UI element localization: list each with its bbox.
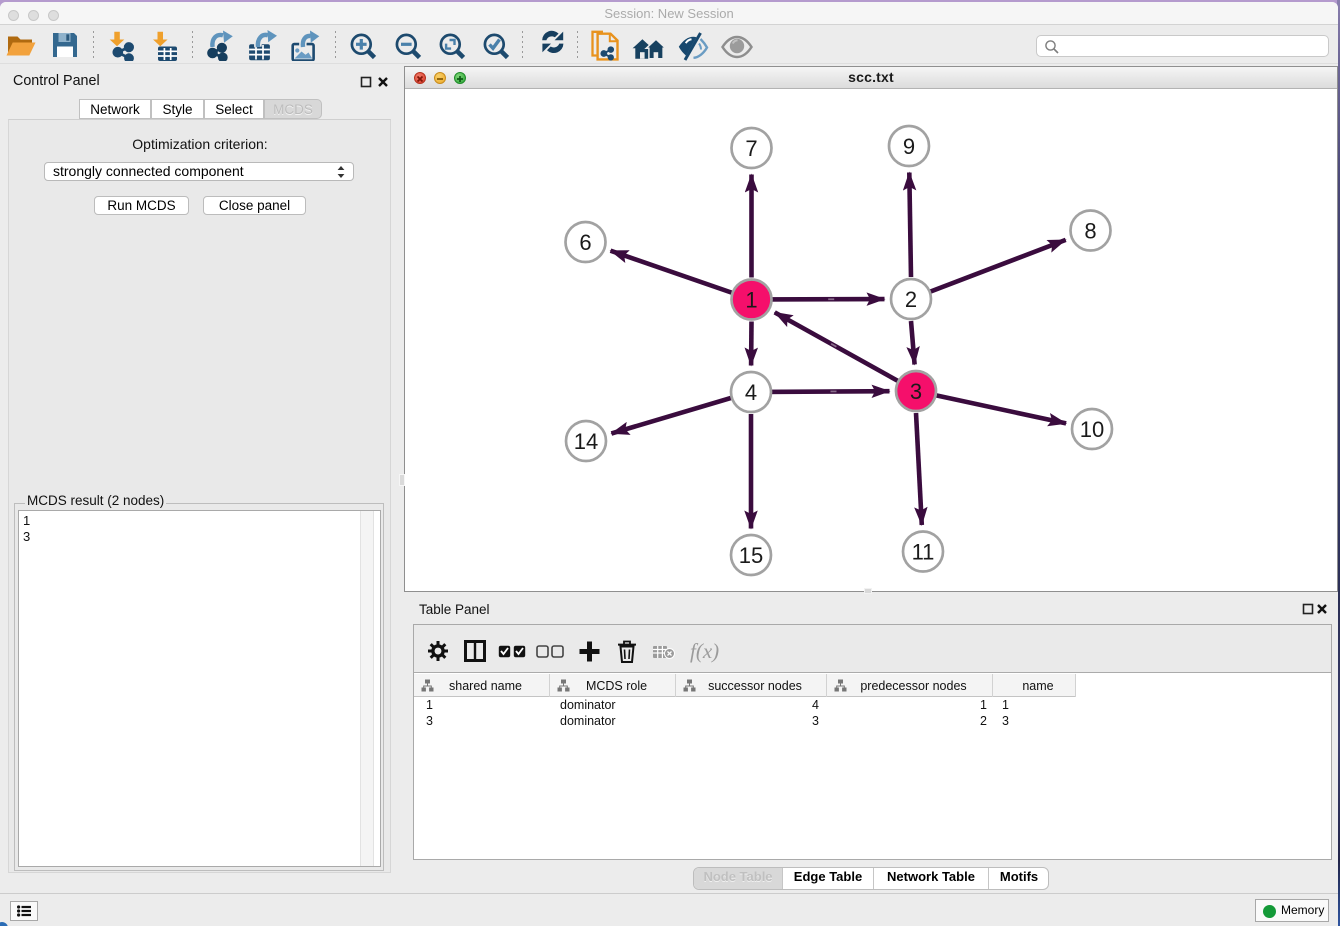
svg-text:1: 1 bbox=[745, 288, 757, 313]
svg-text:11: 11 bbox=[912, 540, 935, 565]
svg-text:9: 9 bbox=[903, 134, 915, 159]
svg-text:14: 14 bbox=[574, 429, 598, 454]
svg-text:3: 3 bbox=[910, 379, 922, 404]
svg-text:2: 2 bbox=[905, 287, 917, 312]
svg-text:6: 6 bbox=[579, 230, 591, 255]
svg-text:8: 8 bbox=[1084, 219, 1096, 244]
svg-text:7: 7 bbox=[745, 136, 757, 161]
svg-text:10: 10 bbox=[1080, 417, 1104, 442]
svg-text:4: 4 bbox=[745, 380, 757, 405]
svg-text:15: 15 bbox=[739, 543, 763, 568]
